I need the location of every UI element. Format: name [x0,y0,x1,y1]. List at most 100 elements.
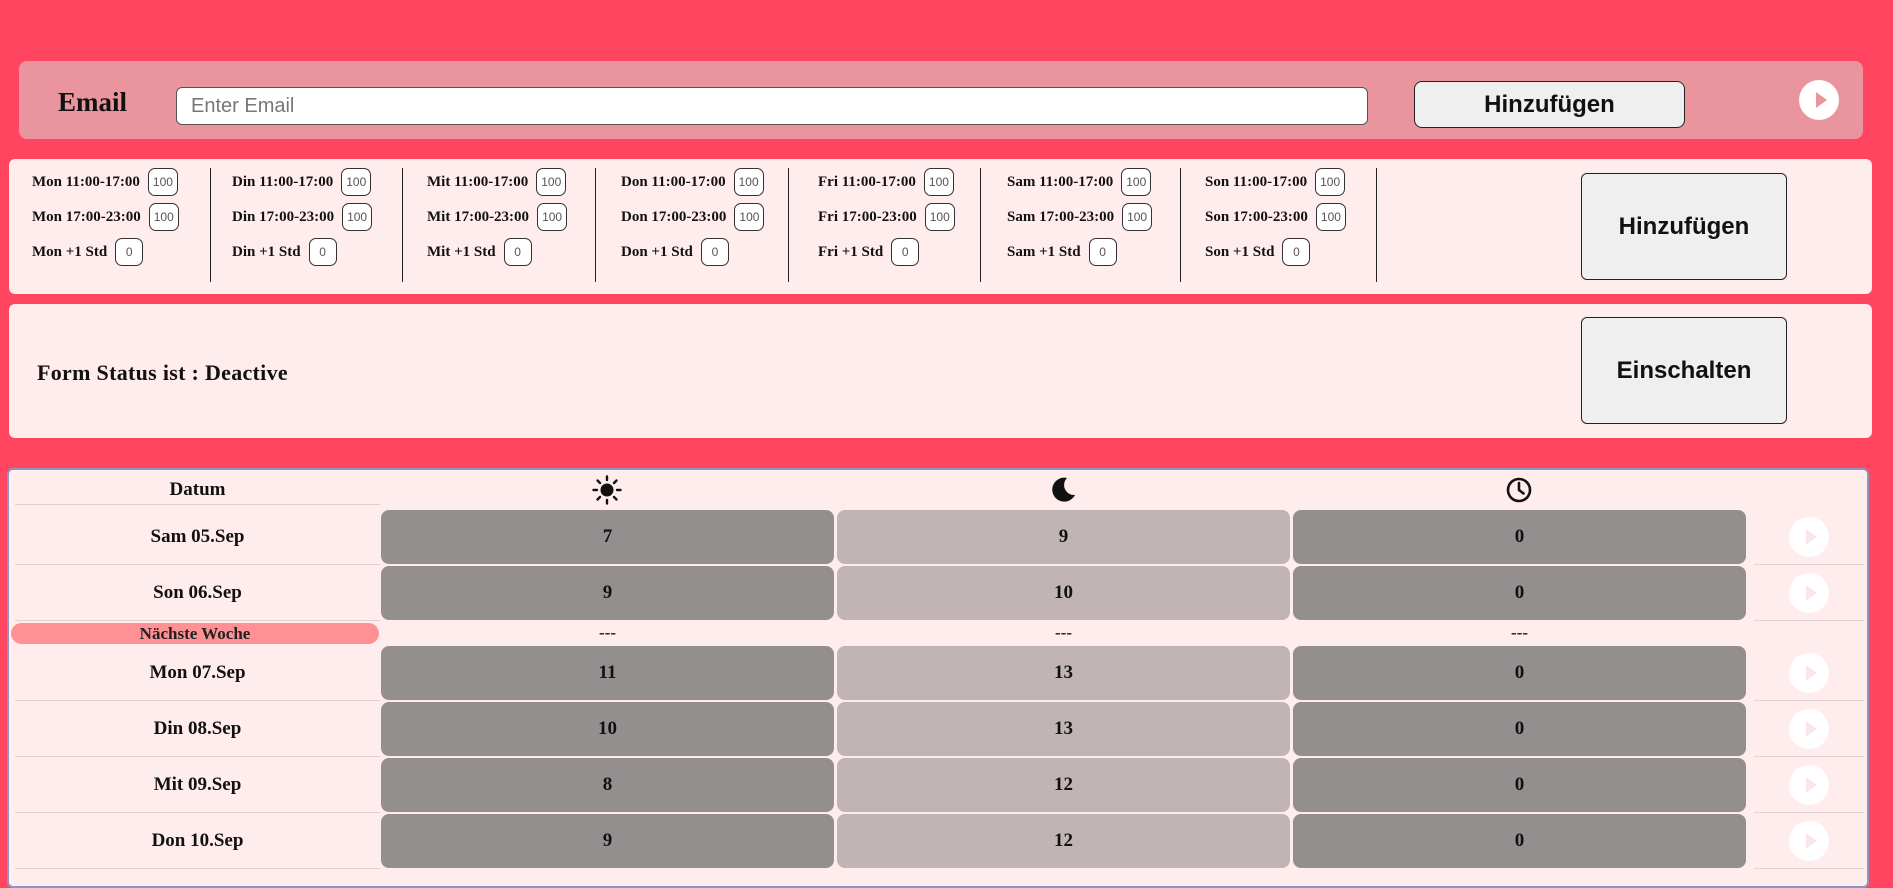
slot-label: Mit 17:00-23:00 [427,208,530,225]
schedule-slot: Don 11:00-17:00 100 [621,168,764,196]
row-open-button[interactable] [1789,573,1829,613]
schedule-slot: Sam +1 Std 0 [1007,238,1117,266]
column-header-date: Datum [15,476,380,505]
table-row: Mit 09.Sep 8 12 0 [9,758,1867,813]
slot-value-input[interactable]: 100 [734,203,765,231]
date-cell: Din 08.Sep [15,702,380,757]
slot-value-input[interactable]: 100 [1121,168,1152,196]
night-count-cell: 12 [837,758,1290,812]
schedule-slot: Mit 17:00-23:00 100 [427,203,568,231]
day-count-cell: 7 [381,510,834,564]
play-icon [1805,777,1817,793]
slot-value-input[interactable]: 100 [537,203,568,231]
slot-label: Don 11:00-17:00 [621,173,726,190]
day-count-cell: 9 [381,814,834,868]
slot-label: Sam +1 Std [1007,243,1081,260]
slot-value-input[interactable]: 0 [115,238,144,266]
extra-count-cell: 0 [1293,510,1746,564]
slot-value-input[interactable]: 0 [1088,238,1117,266]
slot-value-input[interactable]: 0 [503,238,532,266]
week-separator: Nächste Woche --- --- --- [9,620,1867,646]
schedule-slot: Don 17:00-23:00 100 [621,203,765,231]
schedule-slot: Mit 11:00-17:00 100 [427,168,567,196]
date-cell: Sam 05.Sep [15,510,380,565]
slot-value-input[interactable]: 0 [308,238,337,266]
schedule-slot: Son +1 Std 0 [1205,238,1311,266]
night-count-cell: 13 [837,646,1290,700]
slot-value-input[interactable]: 100 [147,168,178,196]
schedule-day-mon: Mon 11:00-17:00 100 Mon 17:00-23:00 100 Mo… [32,168,211,282]
slot-value-input[interactable]: 100 [148,203,179,231]
play-icon [1815,92,1827,108]
schedule-day-don: Don 11:00-17:00 100 Don 17:00-23:00 100 Do… [621,168,789,282]
email-label: Email [58,87,128,117]
date-cell: Son 06.Sep [15,566,380,621]
slot-value-input[interactable]: 100 [1122,203,1153,231]
play-icon [1805,585,1817,601]
row-action-cell [1754,758,1864,813]
day-count-cell: 11 [381,646,834,700]
table-row: Don 10.Sep 9 12 0 [9,814,1867,869]
week-dash: --- [599,623,616,642]
schedule-slot: Fri 17:00-23:00 100 [818,203,955,231]
slot-value-input[interactable]: 0 [700,238,729,266]
schedule-day-fri: Fri 11:00-17:00 100 Fri 17:00-23:00 100 Fr… [818,168,981,282]
slot-value-input[interactable]: 100 [1315,203,1346,231]
row-action-cell [1754,566,1864,621]
play-icon [1805,665,1817,681]
extra-count-cell: 0 [1293,758,1746,812]
slot-label: Din 17:00-23:00 [232,208,335,225]
slot-value-input[interactable]: 100 [1315,168,1346,196]
slot-label: Mit 11:00-17:00 [427,173,529,190]
slot-value-input[interactable]: 100 [924,203,955,231]
email-input[interactable] [176,87,1368,125]
slot-value-input[interactable]: 100 [342,203,373,231]
email-add-button[interactable]: Hinzufügen [1414,81,1685,128]
slot-label: Din 11:00-17:00 [232,173,334,190]
moon-icon [1052,477,1075,502]
slot-label: Din +1 Std [232,243,301,260]
date-cell: Mit 09.Sep [15,758,380,813]
schedule-slot: Mit +1 Std 0 [427,238,532,266]
next-week-label: Nächste Woche [11,623,379,644]
play-icon [1805,529,1817,545]
row-open-button[interactable] [1789,517,1829,557]
slot-label: Mon +1 Std [32,243,108,260]
slot-value-input[interactable]: 0 [891,238,920,266]
availability-table: Datum Sam 05.Sep 7 9 0 Son 06.Sep 9 10 0… [7,468,1869,888]
schedule-slot: Sam 11:00-17:00 100 [1007,168,1152,196]
row-action-cell [1754,814,1864,869]
schedule-slot: Son 11:00-17:00 100 [1205,168,1346,196]
schedule-add-button[interactable]: Hinzufügen [1581,173,1787,280]
schedule-day-sam: Sam 11:00-17:00 100 Sam 17:00-23:00 100 Sa… [1007,168,1181,282]
form-status-panel: Form Status ist : Deactive Einschalten [9,304,1872,438]
slot-label: Fri +1 Std [818,243,884,260]
schedule-slot: Mon +1 Std 0 [32,238,144,266]
slot-value-input[interactable]: 100 [536,168,567,196]
row-action-cell [1754,510,1864,565]
day-count-cell: 9 [381,566,834,620]
slot-label: Sam 17:00-23:00 [1007,208,1115,225]
schedule-slot: Fri 11:00-17:00 100 [818,168,954,196]
enable-button[interactable]: Einschalten [1581,317,1787,424]
row-open-button[interactable] [1789,709,1829,749]
row-action-cell [1754,702,1864,757]
slot-value-input[interactable]: 100 [341,168,372,196]
slot-value-input[interactable]: 100 [923,168,954,196]
slot-label: Son 17:00-23:00 [1205,208,1308,225]
row-open-button[interactable] [1789,653,1829,693]
slot-label: Mon 17:00-23:00 [32,208,141,225]
slot-label: Fri 17:00-23:00 [818,208,917,225]
table-row: Din 08.Sep 10 13 0 [9,702,1867,757]
slot-value-input[interactable]: 100 [733,168,764,196]
slot-label: Sam 11:00-17:00 [1007,173,1114,190]
row-open-button[interactable] [1789,765,1829,805]
clock-icon [1506,477,1532,503]
slot-value-input[interactable]: 0 [1282,238,1311,266]
slot-label: Fri 11:00-17:00 [818,173,916,190]
extra-count-cell: 0 [1293,814,1746,868]
slot-label: Son +1 Std [1205,243,1275,260]
email-next-button[interactable] [1799,80,1839,120]
form-status-text: Form Status ist : Deactive [37,360,288,385]
row-open-button[interactable] [1789,821,1829,861]
